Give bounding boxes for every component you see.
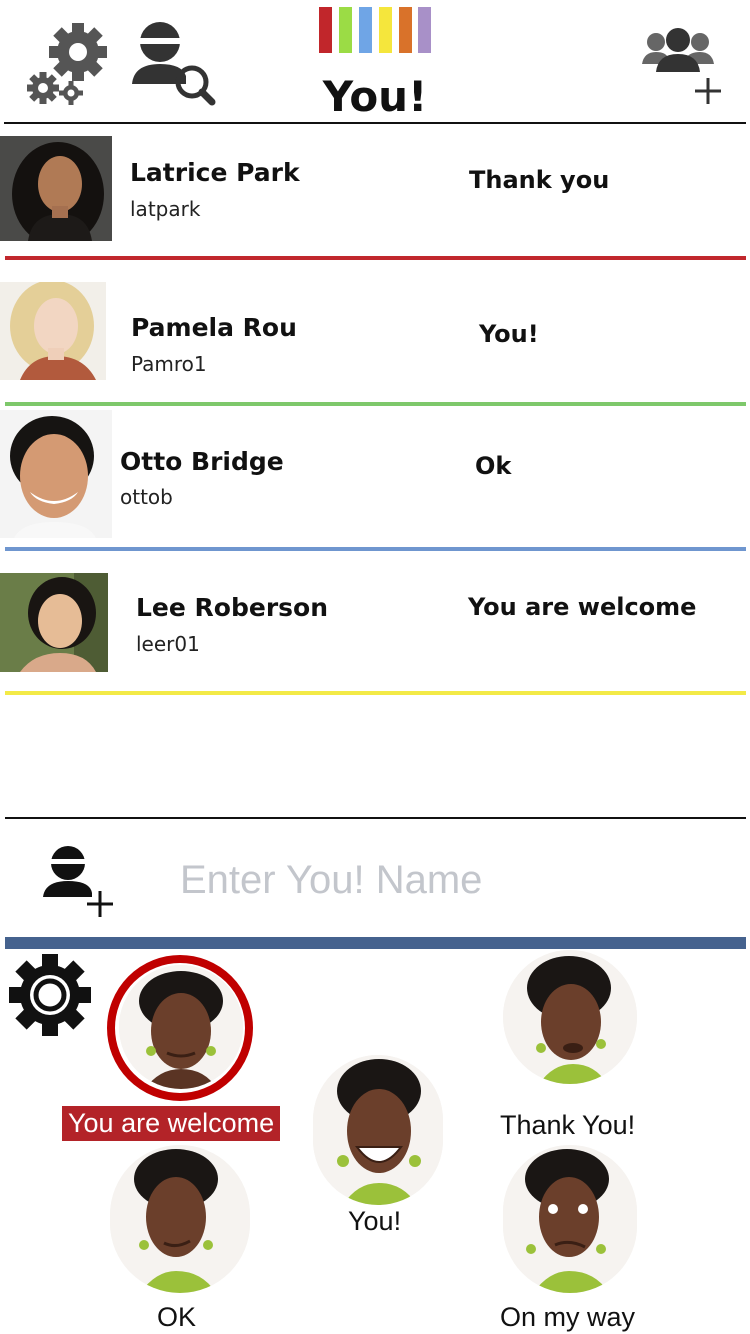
conversation-row[interactable]: Lee Roberson leer01 You are welcome xyxy=(0,552,750,697)
reaction-you-are-welcome[interactable]: You are welcome xyxy=(62,955,281,1145)
conversation-row[interactable]: Pamela Rou Pamro1 You! xyxy=(0,262,750,407)
selected-ring xyxy=(107,955,253,1101)
avatar xyxy=(0,136,112,241)
last-message: Ok xyxy=(475,452,512,480)
contact-name: Pamela Rou xyxy=(131,313,297,342)
contact-name: Lee Roberson xyxy=(136,593,329,622)
contact-handle: ottob xyxy=(120,485,173,509)
last-message: Thank you xyxy=(469,166,610,194)
app-header: You! xyxy=(0,0,750,124)
gear-icon[interactable] xyxy=(8,952,92,1038)
contact-handle: Pamro1 xyxy=(131,352,207,376)
input-underline xyxy=(5,937,746,949)
last-message: You are welcome xyxy=(468,593,697,621)
logo-bar-orange xyxy=(399,7,412,53)
reaction-label: On my way xyxy=(500,1302,636,1332)
reaction-thank-you[interactable]: Thank You! xyxy=(495,950,645,1145)
reaction-face xyxy=(110,1145,250,1293)
reaction-on-my-way[interactable]: On my way xyxy=(495,1145,645,1334)
add-user-icon[interactable] xyxy=(42,845,116,919)
gears-icon[interactable] xyxy=(26,22,108,106)
logo-bar-purple xyxy=(418,7,431,53)
avatar xyxy=(0,282,106,380)
reaction-label: You are welcome xyxy=(62,1106,281,1141)
conversation-row[interactable]: Latrice Park latpark Thank you xyxy=(0,124,750,262)
logo-bar-green xyxy=(339,7,352,53)
app-logo xyxy=(319,7,431,53)
contact-handle: leer01 xyxy=(136,632,200,656)
row-divider xyxy=(5,256,746,260)
add-contact-divider xyxy=(5,817,746,819)
row-divider xyxy=(5,691,746,695)
group-add-icon[interactable] xyxy=(640,24,728,106)
you-name-input[interactable] xyxy=(180,848,700,912)
conversation-row[interactable]: Otto Bridge ottob Ok xyxy=(0,407,750,552)
reaction-face xyxy=(503,1145,637,1293)
contact-name: Otto Bridge xyxy=(120,447,284,476)
avatar xyxy=(0,573,108,672)
reaction-ok[interactable]: OK xyxy=(110,1145,250,1334)
reaction-face xyxy=(503,950,637,1084)
reaction-label: Thank You! xyxy=(500,1110,636,1140)
contact-name: Latrice Park xyxy=(130,158,300,187)
avatar xyxy=(0,410,112,538)
row-divider xyxy=(5,402,746,406)
last-message: You! xyxy=(479,320,539,348)
logo-bar-red xyxy=(319,7,332,53)
logo-bar-yellow xyxy=(379,7,392,53)
user-search-icon[interactable] xyxy=(130,20,216,108)
reaction-you[interactable]: You! xyxy=(305,1055,445,1240)
logo-bar-blue xyxy=(359,7,372,53)
reaction-label: OK xyxy=(157,1302,197,1332)
app-title: You! xyxy=(322,72,428,121)
row-divider xyxy=(5,547,746,551)
contact-handle: latpark xyxy=(130,197,201,221)
reaction-face xyxy=(313,1055,443,1205)
reaction-label: You! xyxy=(348,1206,402,1236)
